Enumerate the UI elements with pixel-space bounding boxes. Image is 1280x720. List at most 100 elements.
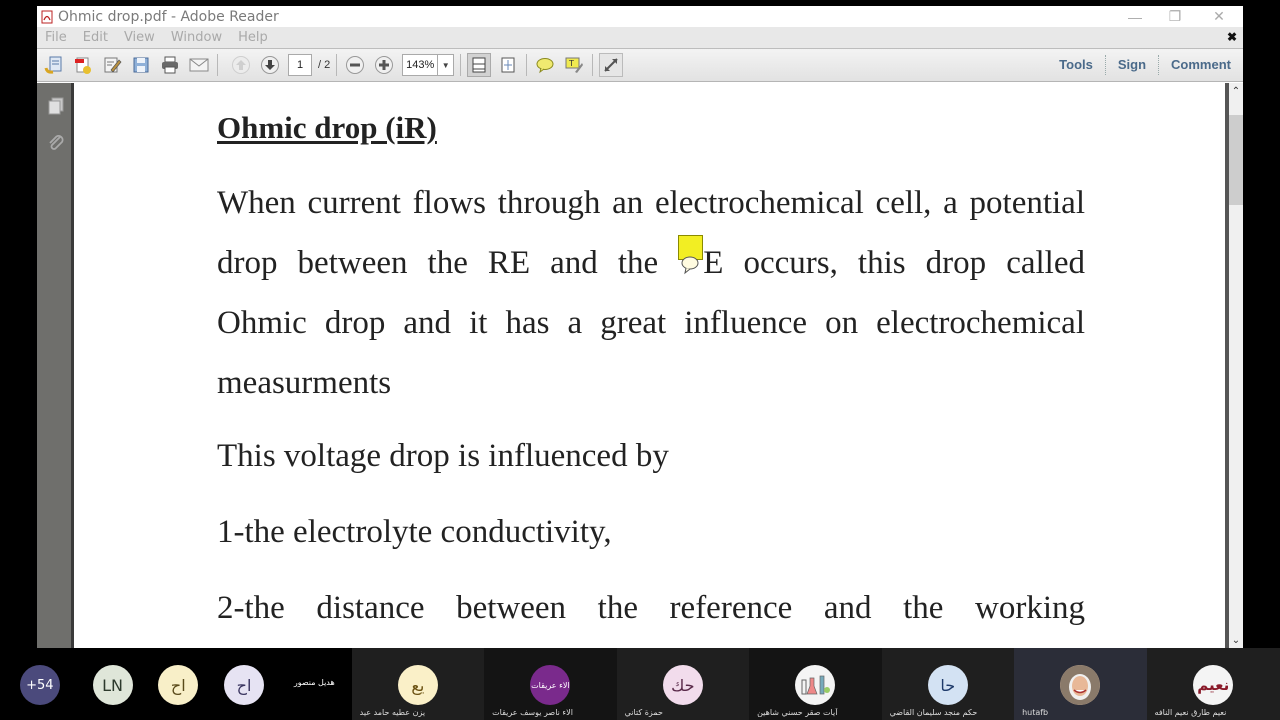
list-item-1: 1-the electrolyte conductivity,: [217, 514, 612, 550]
participant-tile[interactable]: آيات صقر حسني شاهين: [749, 648, 882, 720]
text-line: measurments: [217, 365, 392, 401]
full-screen-button[interactable]: [599, 53, 624, 77]
sign-pane-button[interactable]: Sign: [1104, 55, 1158, 75]
toolbar-separator: [592, 54, 594, 76]
participant-name: حمزة كتاني: [624, 708, 663, 717]
avatar-photo: [1060, 665, 1101, 705]
participant-name: آيات صقر حسني شاهين: [757, 708, 838, 717]
document-heading: Ohmic drop (iR): [217, 110, 437, 145]
previous-page-button[interactable]: [229, 53, 253, 77]
participant-tile[interactable]: LN: [80, 648, 146, 720]
navigation-pane: [37, 83, 74, 648]
scroll-up-arrow-icon[interactable]: ⌃: [1229, 85, 1243, 99]
print-button[interactable]: [158, 53, 182, 77]
title-bar: Ohmic drop.pdf - Adobe Reader — ❐ ✕: [37, 6, 1243, 27]
create-pdf-button[interactable]: [42, 53, 66, 77]
avatar: الاء عريقات: [530, 665, 571, 705]
avatar: LN: [92, 665, 133, 705]
overflow-count-badge[interactable]: +54: [19, 665, 60, 705]
participant-name: hutafb: [1022, 708, 1049, 717]
tools-pane-button[interactable]: Tools: [1047, 55, 1105, 75]
zoom-out-button[interactable]: [343, 53, 367, 77]
adobe-reader-window: Ohmic drop.pdf - Adobe Reader — ❐ ✕ File…: [37, 6, 1243, 648]
minus-icon: [346, 56, 365, 74]
participant-tile[interactable]: حا حكم منجد سليمان القاضي: [881, 648, 1015, 720]
menu-file[interactable]: File: [45, 30, 67, 45]
zoom-level-input[interactable]: 143%: [402, 54, 439, 76]
print-icon: [162, 56, 178, 74]
email-button[interactable]: [187, 53, 211, 77]
fit-page-button[interactable]: [496, 53, 520, 77]
participant-tile[interactable]: اح: [145, 648, 211, 720]
edit-icon: [104, 57, 122, 73]
participant-tile[interactable]: اح: [211, 648, 277, 720]
meeting-participants-bar: +54 LN اح اح هديل منصور يع يزن عطيه حامد…: [0, 648, 1280, 720]
add-sticky-note-button[interactable]: [533, 53, 557, 77]
menu-help[interactable]: Help: [238, 30, 268, 45]
edit-pdf-button[interactable]: [100, 53, 124, 77]
zoom-in-button[interactable]: [372, 53, 396, 77]
menu-bar: File Edit View Window Help ✖: [37, 27, 1243, 48]
page-thumbnails-icon[interactable]: [46, 96, 66, 116]
participant-overflow[interactable]: +54: [0, 648, 80, 720]
highlight-text-button[interactable]: T: [562, 53, 586, 77]
convert-pdf-icon: [75, 57, 91, 74]
scroll-thumb[interactable]: [1229, 115, 1243, 205]
participant-name: هديل منصور: [293, 678, 335, 687]
avatar: حا: [927, 665, 968, 705]
toolbar-separator: [526, 54, 528, 76]
participant-name: نعيم طارق نعيم النافه: [1154, 708, 1227, 717]
avatar: اح: [224, 665, 265, 705]
zoom-dropdown-button[interactable]: ▼: [438, 54, 455, 76]
fit-width-icon: [472, 57, 486, 73]
paragraph-ohmic-drop: When current flows through an electroche…: [217, 173, 1085, 413]
email-icon: [189, 58, 209, 72]
sticky-note-comment-icon[interactable]: [678, 235, 704, 275]
arrow-down-icon: [261, 56, 279, 74]
page-total: / 2: [318, 59, 331, 71]
avatar: حك: [662, 665, 703, 705]
paragraph-influenced-by: This voltage drop is influenced by: [217, 438, 669, 474]
arrow-up-icon: [232, 56, 250, 74]
expand-icon: [604, 58, 618, 72]
text-fragment: E occurs, this drop called: [703, 245, 1085, 281]
next-page-button[interactable]: [258, 53, 282, 77]
avatar: يع: [397, 665, 438, 705]
create-pdf-icon: [44, 56, 62, 74]
toolbar: 1 / 2 143% ▼ T Tools Sign Comment: [37, 48, 1243, 82]
participant-tile[interactable]: هديل منصور: [277, 648, 352, 720]
participant-tile[interactable]: حك حمزة كتاني: [616, 648, 750, 720]
menu-edit[interactable]: Edit: [83, 30, 108, 45]
comment-pane-button[interactable]: Comment: [1158, 55, 1243, 75]
task-panes: Tools Sign Comment: [1047, 49, 1243, 81]
avatar: نعيم: [1193, 665, 1234, 705]
avatar: اح: [158, 665, 199, 705]
participant-name: يزن عطيه حامد عيد: [359, 708, 426, 717]
participant-name: حكم منجد سليمان القاضي: [889, 708, 978, 717]
save-icon: [133, 57, 149, 73]
scroll-down-arrow-icon[interactable]: ⌄: [1229, 634, 1243, 648]
save-button[interactable]: [129, 53, 153, 77]
text-fragment: drop between the RE and the: [217, 245, 679, 281]
participant-tile[interactable]: يع يزن عطيه حامد عيد: [351, 648, 485, 720]
text-line: When current flows through an electroche…: [217, 185, 1085, 221]
vertical-scrollbar[interactable]: ⌃ ⌄: [1225, 83, 1243, 648]
participant-tile-active[interactable]: hutafb: [1014, 648, 1147, 720]
attachments-paperclip-icon[interactable]: [46, 132, 66, 152]
document-view[interactable]: Ohmic drop (iR) When current flows throu…: [77, 83, 1225, 648]
fit-width-button[interactable]: [467, 53, 492, 77]
convert-pdf-button[interactable]: [71, 53, 95, 77]
minimize-button[interactable]: —: [1115, 6, 1155, 27]
restore-button[interactable]: ❐: [1155, 6, 1195, 27]
menu-window[interactable]: Window: [171, 30, 222, 45]
participant-tile[interactable]: الاء عريقات الاء ناصر يوسف عريقات: [484, 648, 617, 720]
highlight-icon: T: [565, 57, 584, 73]
text-line: drop between the RE and the E occurs, th…: [217, 233, 1085, 293]
participant-name: الاء ناصر يوسف عريقات: [492, 708, 573, 717]
close-document-icon[interactable]: ✖: [1227, 30, 1237, 44]
participant-tile[interactable]: نعيم نعيم طارق نعيم النافه: [1146, 648, 1280, 720]
menu-view[interactable]: View: [124, 30, 155, 45]
close-button[interactable]: ✕: [1199, 6, 1239, 27]
text-line: Ohmic drop and it has a great influence …: [217, 305, 1085, 341]
page-number-input[interactable]: 1: [288, 54, 312, 76]
